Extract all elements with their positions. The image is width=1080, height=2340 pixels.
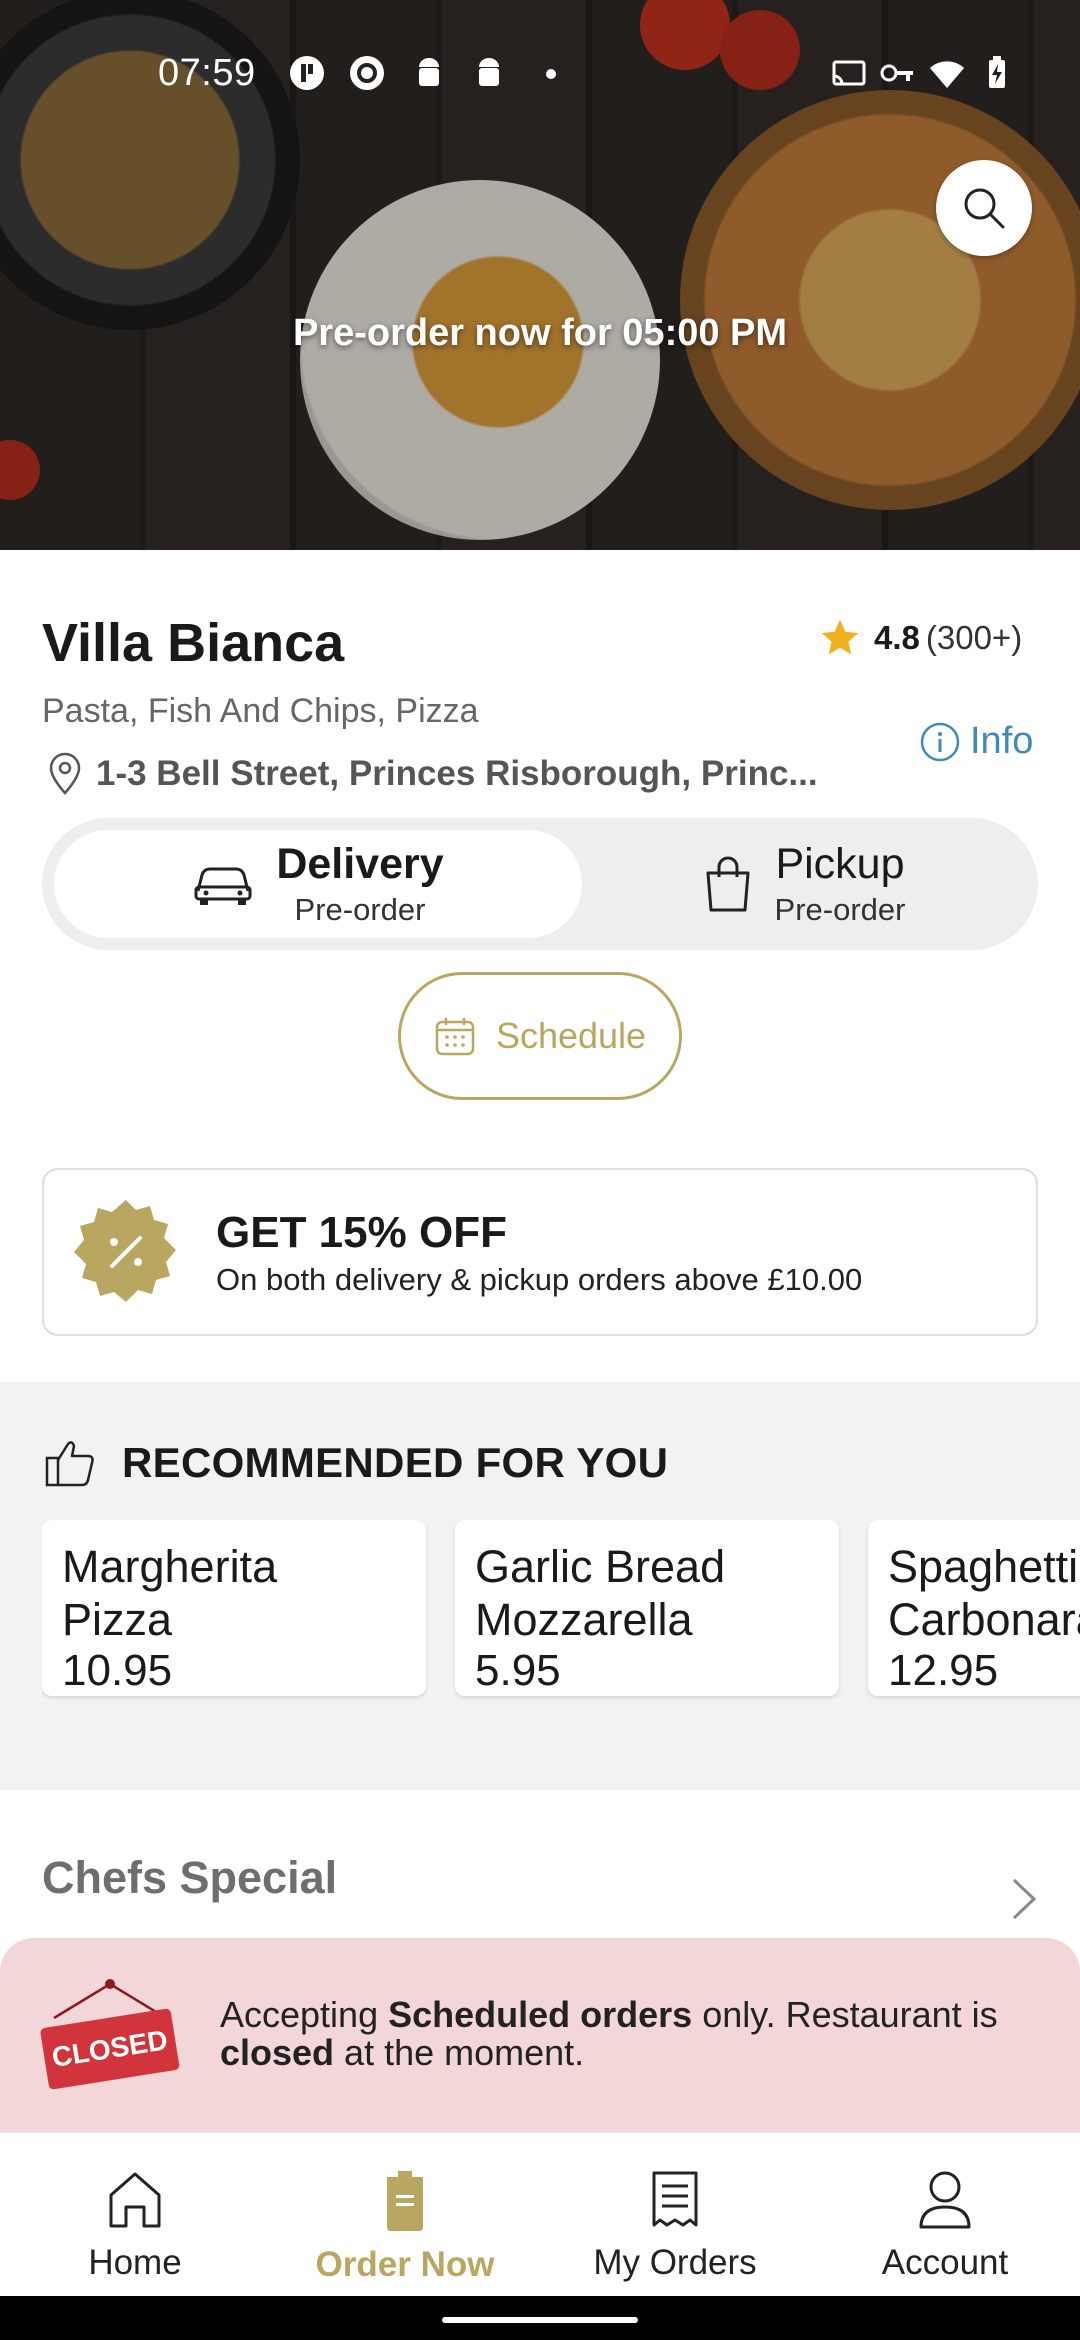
pickup-title: Pickup xyxy=(775,840,905,889)
order-mode-toggle: Delivery Pre-order Pickup Pre-order xyxy=(42,818,1038,950)
info-label: Info xyxy=(970,720,1034,762)
location-pin-icon xyxy=(49,752,81,795)
delivery-option[interactable]: Delivery Pre-order xyxy=(54,830,582,938)
thumbs-up-icon xyxy=(45,1441,94,1487)
pickup-subtitle: Pre-order xyxy=(774,891,906,927)
item-name: Garlic Bread Mozzarella xyxy=(475,1541,726,1646)
rating: 4.8 (300+) xyxy=(818,616,1022,660)
pickup-option[interactable]: Pickup Pre-order xyxy=(582,830,1026,938)
recommended-carousel[interactable]: Margherita Pizza 10.95 Garlic Bread Mozz… xyxy=(42,1520,1080,1700)
android-icon xyxy=(419,58,439,86)
hero-banner: 07:59 Pre-order now for 05:00 PM xyxy=(0,0,1080,550)
closed-text-part: Accepting xyxy=(220,1994,389,2035)
section-title[interactable]: Chefs Special xyxy=(42,1852,337,1904)
recommended-section: RECOMMENDED FOR YOU Margherita Pizza 10.… xyxy=(0,1382,1080,1790)
item-price: 12.95 xyxy=(888,1646,999,1695)
schedule-label: Schedule xyxy=(495,1015,647,1056)
shopping-bag-icon xyxy=(706,856,750,912)
gesture-handle[interactable] xyxy=(442,2317,638,2323)
star-icon xyxy=(821,619,859,655)
preorder-banner-text: Pre-order now for 05:00 PM xyxy=(292,312,788,354)
nav-label: Order Now xyxy=(315,2245,495,2284)
closed-notice: CLOSED Accepting Scheduled orders only. … xyxy=(0,1938,1080,2132)
sync-icon xyxy=(350,56,384,90)
recommended-item[interactable]: Margherita Pizza 10.95 xyxy=(42,1520,426,1696)
status-bar: 07:59 xyxy=(0,0,1080,150)
closed-sign-icon: CLOSED xyxy=(40,1979,180,2090)
order-now-icon xyxy=(387,2171,423,2231)
closed-text-part: at the moment. xyxy=(334,2031,585,2073)
vpn-key-icon xyxy=(880,64,913,82)
account-icon xyxy=(919,2171,971,2229)
info-icon xyxy=(920,722,960,761)
cuisine-list: Pasta, Fish And Chips, Pizza xyxy=(42,692,479,730)
nav-account[interactable]: Account xyxy=(810,2133,1080,2297)
car-icon xyxy=(194,867,252,905)
address-text: 1-3 Bell Street, Princes Risborough, Pri… xyxy=(96,754,818,793)
recommended-item[interactable]: Spaghetti Carbonara 12.95 xyxy=(868,1520,1080,1696)
receipt-icon xyxy=(652,2171,698,2227)
calendar-icon xyxy=(435,1018,475,1056)
closed-message: Accepting Scheduled orders only. Restaur… xyxy=(220,1996,1040,2072)
closed-text-part: only. Restaurant is xyxy=(692,1994,998,2035)
rating-value: 4.8 xyxy=(874,619,920,656)
item-name: Margherita Pizza xyxy=(62,1541,278,1646)
promo-subtitle: On both delivery & pickup orders above £… xyxy=(216,1262,863,1297)
item-name: Spaghetti Carbonara xyxy=(888,1541,1080,1646)
nav-order-now[interactable]: Order Now xyxy=(270,2133,540,2297)
cast-icon xyxy=(832,60,866,86)
search-icon xyxy=(964,188,1005,229)
dot-icon xyxy=(546,69,556,79)
discount-badge-icon xyxy=(74,1200,176,1302)
home-icon xyxy=(109,2172,161,2228)
promo-title: GET 15% OFF xyxy=(216,1208,507,1257)
recommended-item[interactable]: Garlic Bread Mozzarella 5.95 xyxy=(455,1520,839,1696)
battery-icon xyxy=(989,56,1005,88)
nav-label: Account xyxy=(881,2243,1009,2282)
promo-card[interactable]: GET 15% OFF On both delivery & pickup or… xyxy=(42,1168,1038,1336)
nav-my-orders[interactable]: My Orders xyxy=(540,2133,810,2297)
android-icon xyxy=(479,58,499,86)
nav-home[interactable]: Home xyxy=(0,2133,270,2297)
closed-text-bold: closed xyxy=(220,2031,335,2073)
closed-text-bold: Scheduled orders xyxy=(388,1994,693,2035)
item-price: 10.95 xyxy=(62,1646,173,1695)
restaurant-name: Villa Bianca xyxy=(42,613,345,673)
app-notification-icon xyxy=(290,56,324,90)
chevron-right-icon[interactable] xyxy=(1010,1876,1038,1922)
delivery-title: Delivery xyxy=(276,840,444,889)
recommended-heading: RECOMMENDED FOR YOU xyxy=(122,1439,669,1486)
delivery-subtitle: Pre-order xyxy=(294,891,426,927)
restaurant-address[interactable]: 1-3 Bell Street, Princes Risborough, Pri… xyxy=(46,752,818,796)
bottom-navigation: Home Order Now My Orders Account xyxy=(0,2132,1080,2296)
status-time: 07:59 xyxy=(158,52,256,94)
rating-count: (300+) xyxy=(925,619,1023,656)
schedule-button[interactable]: Schedule xyxy=(398,972,682,1100)
item-price: 5.95 xyxy=(475,1646,561,1695)
recommended-header: RECOMMENDED FOR YOU xyxy=(44,1438,668,1488)
nav-label: Home xyxy=(88,2243,182,2282)
search-button[interactable] xyxy=(936,160,1032,256)
nav-label: My Orders xyxy=(593,2243,757,2282)
info-link[interactable]: Info xyxy=(920,720,1033,763)
wifi-icon xyxy=(930,61,964,88)
